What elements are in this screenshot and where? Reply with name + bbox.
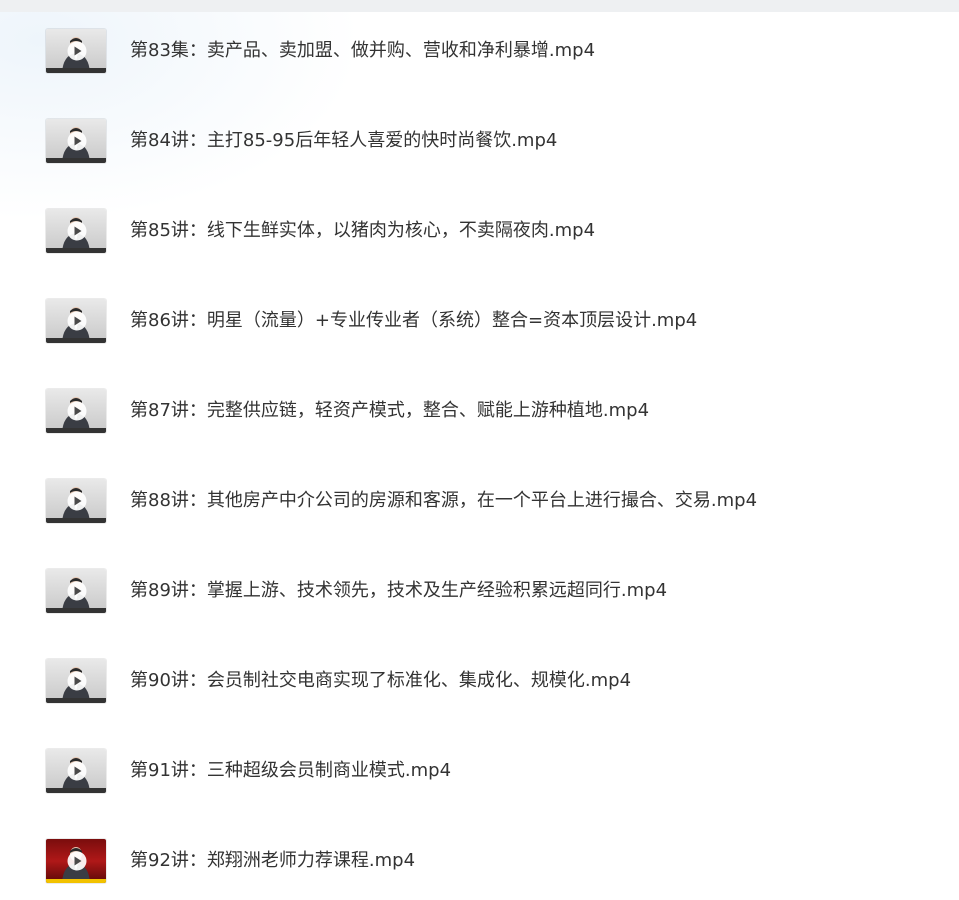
- play-icon[interactable]: [67, 221, 87, 241]
- video-file-item[interactable]: 第88讲：其他房产中介公司的房源和客源，在一个平台上进行撮合、交易.mp4: [0, 456, 959, 546]
- video-thumbnail[interactable]: [46, 659, 106, 703]
- play-icon[interactable]: [67, 761, 87, 781]
- video-file-name[interactable]: 第92讲：郑翔洲老师力荐课程.mp4: [130, 850, 415, 872]
- play-icon[interactable]: [67, 401, 87, 421]
- play-icon[interactable]: [67, 671, 87, 691]
- video-file-name[interactable]: 第90讲：会员制社交电商实现了标准化、集成化、规模化.mp4: [130, 670, 631, 692]
- thumbnail-caption-bar: [46, 698, 106, 703]
- thumbnail-caption-bar: [46, 248, 106, 253]
- video-file-item[interactable]: 第85讲：线下生鲜实体，以猪肉为核心，不卖隔夜肉.mp4: [0, 186, 959, 276]
- video-file-item[interactable]: 第91讲：三种超级会员制商业模式.mp4: [0, 726, 959, 816]
- play-icon[interactable]: [67, 41, 87, 61]
- thumbnail-caption-bar: [46, 158, 106, 163]
- thumbnail-caption-bar: [46, 338, 106, 343]
- play-icon[interactable]: [67, 311, 87, 331]
- video-thumbnail[interactable]: [46, 839, 106, 883]
- video-file-item[interactable]: 第83集：卖产品、卖加盟、做并购、营收和净利暴增.mp4: [0, 6, 959, 96]
- video-file-name[interactable]: 第84讲：主打85-95后年轻人喜爱的快时尚餐饮.mp4: [130, 130, 557, 152]
- video-thumbnail[interactable]: [46, 119, 106, 163]
- video-file-name[interactable]: 第85讲：线下生鲜实体，以猪肉为核心，不卖隔夜肉.mp4: [130, 220, 595, 242]
- play-icon[interactable]: [67, 581, 87, 601]
- video-file-item[interactable]: 第87讲：完整供应链，轻资产模式，整合、赋能上游种植地.mp4: [0, 366, 959, 456]
- video-file-name[interactable]: 第89讲：掌握上游、技术领先，技术及生产经验积累远超同行.mp4: [130, 580, 667, 602]
- thumbnail-caption-bar: [46, 428, 106, 433]
- video-file-name[interactable]: 第88讲：其他房产中介公司的房源和客源，在一个平台上进行撮合、交易.mp4: [130, 490, 757, 512]
- video-thumbnail[interactable]: [46, 569, 106, 613]
- thumbnail-caption-bar: [46, 68, 106, 73]
- play-icon[interactable]: [67, 851, 87, 871]
- video-file-item[interactable]: 第84讲：主打85-95后年轻人喜爱的快时尚餐饮.mp4: [0, 96, 959, 186]
- video-thumbnail[interactable]: [46, 749, 106, 793]
- thumbnail-caption-bar: [46, 518, 106, 523]
- thumbnail-caption-bar: [46, 879, 106, 883]
- video-file-name[interactable]: 第91讲：三种超级会员制商业模式.mp4: [130, 760, 451, 782]
- video-file-item[interactable]: 第90讲：会员制社交电商实现了标准化、集成化、规模化.mp4: [0, 636, 959, 726]
- video-thumbnail[interactable]: [46, 389, 106, 433]
- video-thumbnail[interactable]: [46, 209, 106, 253]
- video-file-item[interactable]: 第92讲：郑翔洲老师力荐课程.mp4: [0, 816, 959, 900]
- video-thumbnail[interactable]: [46, 479, 106, 523]
- play-icon[interactable]: [67, 131, 87, 151]
- video-file-item[interactable]: 第86讲：明星（流量）+专业传业者（系统）整合=资本顶层设计.mp4: [0, 276, 959, 366]
- video-file-list: 第83集：卖产品、卖加盟、做并购、营收和净利暴增.mp4 第84讲：主打85-9…: [0, 6, 959, 900]
- video-file-item[interactable]: 第89讲：掌握上游、技术领先，技术及生产经验积累远超同行.mp4: [0, 546, 959, 636]
- video-thumbnail[interactable]: [46, 299, 106, 343]
- video-file-name[interactable]: 第83集：卖产品、卖加盟、做并购、营收和净利暴增.mp4: [130, 40, 595, 62]
- play-icon[interactable]: [67, 491, 87, 511]
- video-file-name[interactable]: 第87讲：完整供应链，轻资产模式，整合、赋能上游种植地.mp4: [130, 400, 649, 422]
- thumbnail-caption-bar: [46, 608, 106, 613]
- video-file-name[interactable]: 第86讲：明星（流量）+专业传业者（系统）整合=资本顶层设计.mp4: [130, 310, 697, 332]
- video-thumbnail[interactable]: [46, 29, 106, 73]
- file-list-page: 第83集：卖产品、卖加盟、做并购、营收和净利暴增.mp4 第84讲：主打85-9…: [0, 0, 959, 900]
- thumbnail-caption-bar: [46, 788, 106, 793]
